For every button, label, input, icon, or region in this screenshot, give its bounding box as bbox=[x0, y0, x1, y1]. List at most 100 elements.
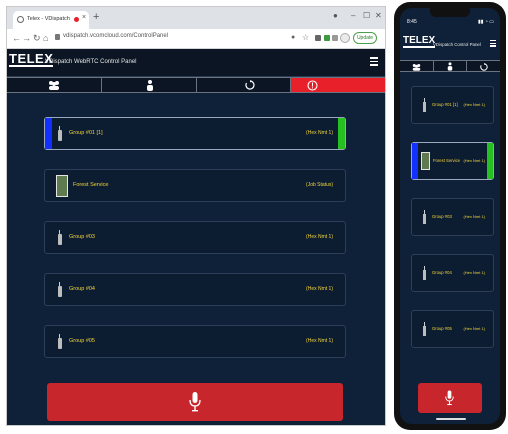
home-indicator[interactable] bbox=[436, 418, 466, 420]
hamburger-menu-icon[interactable] bbox=[370, 57, 378, 68]
extension-icon[interactable] bbox=[315, 35, 321, 41]
group-status: (Hex Nmt 1) bbox=[306, 338, 333, 344]
alert-button[interactable] bbox=[291, 78, 385, 92]
radio-icon bbox=[58, 334, 62, 349]
group-status: (Hex Nmt 1) bbox=[306, 234, 333, 240]
group-row-03[interactable]: Group #03 (Hex Nmt 1) bbox=[44, 221, 346, 254]
update-button[interactable]: Update bbox=[353, 32, 377, 44]
refresh-icon bbox=[244, 80, 255, 90]
maximize-icon[interactable]: ☐ bbox=[363, 11, 370, 20]
push-to-talk-button[interactable] bbox=[418, 383, 482, 413]
group-status: (Hex Nmt 1) bbox=[463, 270, 485, 275]
address-bar: ← → ↻ ⌂ vdispatch.vcomcloud.com/ControlP… bbox=[7, 29, 385, 49]
minimize-icon[interactable]: – bbox=[351, 11, 355, 20]
forest-service-badge-icon bbox=[421, 152, 430, 170]
group-name: Forest Service bbox=[433, 158, 460, 163]
push-to-talk-button[interactable] bbox=[47, 383, 343, 421]
extension-icon[interactable] bbox=[332, 35, 338, 41]
hamburger-menu-icon[interactable] bbox=[490, 40, 496, 48]
microphone-icon bbox=[189, 392, 201, 412]
radio-icon bbox=[423, 266, 426, 280]
group-name: Group #03 bbox=[432, 214, 452, 219]
group-status: (Hex Nmt 1) bbox=[463, 214, 485, 219]
group-status: (Job Status) bbox=[306, 182, 333, 188]
lock-icon bbox=[55, 34, 60, 40]
page-title: VDispatch WebRTC Control Panel bbox=[45, 59, 137, 65]
tab-favicon-icon bbox=[17, 16, 24, 23]
refresh-button[interactable] bbox=[467, 61, 500, 71]
control-panel-app: TELEX VDispatch WebRTC Control Panel Gro… bbox=[7, 49, 385, 425]
phone-notch bbox=[430, 8, 470, 17]
group-name: Group #01 [1] bbox=[432, 102, 458, 107]
page-title: VDispatch Control Panel bbox=[433, 42, 481, 47]
groups-button[interactable] bbox=[7, 78, 102, 92]
radio-icon bbox=[423, 98, 426, 112]
group-row-05[interactable]: Group #05 (Hex Nmt 1) bbox=[44, 325, 346, 358]
close-window-icon[interactable]: ✕ bbox=[375, 11, 382, 20]
user-button[interactable] bbox=[433, 61, 468, 71]
group-name: Forest Service bbox=[73, 182, 109, 188]
groups-button[interactable] bbox=[400, 61, 434, 71]
back-icon[interactable]: ← bbox=[12, 33, 21, 43]
group-row-forest-service[interactable]: Forest Service (Hex Nmt 1) bbox=[411, 142, 494, 180]
radio-icon bbox=[423, 210, 426, 224]
recording-indicator-icon bbox=[74, 17, 79, 22]
group-status: (Hex Nmt 1) bbox=[463, 158, 485, 163]
radio-icon bbox=[58, 230, 62, 245]
browser-tab[interactable]: Telex - VDispatch × bbox=[13, 11, 89, 29]
radio-icon bbox=[58, 282, 62, 297]
group-row-forest-service[interactable]: Forest Service (Job Status) bbox=[44, 169, 346, 202]
group-name: Group #03 bbox=[69, 234, 95, 240]
camera-icon[interactable]: ● bbox=[291, 34, 295, 41]
receive-indicator bbox=[338, 118, 345, 149]
group-row-04[interactable]: Group #04 (Hex Nmt 1) bbox=[411, 254, 494, 292]
signal-battery-icon: ▮▮ ◔ ▭ bbox=[477, 19, 494, 25]
group-name: Group #05 bbox=[69, 338, 95, 344]
group-row-01[interactable]: Group #01 [1] (Hex Nmt 1) bbox=[44, 117, 346, 150]
refresh-icon bbox=[480, 62, 488, 71]
group-status: (Hex Nmt 1) bbox=[463, 326, 485, 331]
transmit-indicator bbox=[45, 118, 52, 149]
mobile-phone-frame: 8:45 ▮▮ ◔ ▭ TELEX VDispatch Control Pane… bbox=[394, 2, 506, 430]
group-name: Group #04 bbox=[69, 286, 95, 292]
group-status: (Hex Nmt 1) bbox=[463, 102, 485, 107]
status-time: 8:45 bbox=[407, 19, 417, 25]
group-row-04[interactable]: Group #04 (Hex Nmt 1) bbox=[44, 273, 346, 306]
group-name: Group #01 [1] bbox=[69, 130, 103, 136]
radio-icon bbox=[423, 322, 426, 336]
extension-icon[interactable] bbox=[324, 35, 330, 41]
transmit-indicator bbox=[412, 143, 418, 179]
reload-icon[interactable]: ↻ bbox=[33, 33, 41, 44]
alert-icon bbox=[307, 79, 318, 91]
user-button[interactable] bbox=[101, 78, 197, 92]
mobile-screen: 8:45 ▮▮ ◔ ▭ TELEX VDispatch Control Pane… bbox=[400, 8, 500, 424]
group-status: (Hex Nmt 1) bbox=[306, 286, 333, 292]
tab-title: Telex - VDispatch bbox=[27, 16, 70, 22]
app-header: TELEX VDispatch WebRTC Control Panel bbox=[7, 49, 385, 77]
forward-icon[interactable]: → bbox=[22, 33, 31, 43]
bookmark-star-icon[interactable]: ☆ bbox=[302, 33, 309, 42]
avatar[interactable] bbox=[340, 33, 350, 43]
group-row-03[interactable]: Group #03 (Hex Nmt 1) bbox=[411, 198, 494, 236]
url-field[interactable]: vdispatch.vcomcloud.com/ControlPanel bbox=[63, 33, 168, 39]
refresh-button[interactable] bbox=[196, 78, 292, 92]
receive-indicator bbox=[487, 143, 493, 179]
new-tab-icon[interactable]: + bbox=[93, 11, 99, 23]
browser-tab-bar: Telex - VDispatch × + ● – ☐ ✕ bbox=[7, 7, 385, 29]
person-icon bbox=[146, 80, 153, 91]
group-row-01[interactable]: Group #01 [1] (Hex Nmt 1) bbox=[411, 86, 494, 124]
forest-service-badge-icon bbox=[56, 175, 68, 197]
main-toolbar bbox=[7, 77, 385, 93]
radio-icon bbox=[58, 126, 62, 141]
group-name: Group #04 bbox=[432, 270, 452, 275]
group-row-05[interactable]: Group #05 (Hex Nmt 1) bbox=[411, 310, 494, 348]
mobile-toolbar bbox=[400, 60, 500, 72]
close-tab-icon[interactable]: × bbox=[82, 14, 86, 21]
microphone-icon bbox=[445, 390, 454, 406]
desktop-browser-window: Telex - VDispatch × + ● – ☐ ✕ ← → ↻ ⌂ vd… bbox=[6, 6, 386, 426]
mobile-app-header: TELEX VDispatch Control Panel bbox=[400, 28, 500, 58]
person-icon bbox=[447, 62, 452, 71]
profile-dot-icon[interactable]: ● bbox=[333, 11, 338, 20]
home-icon[interactable]: ⌂ bbox=[43, 33, 48, 43]
group-icon bbox=[412, 63, 421, 71]
